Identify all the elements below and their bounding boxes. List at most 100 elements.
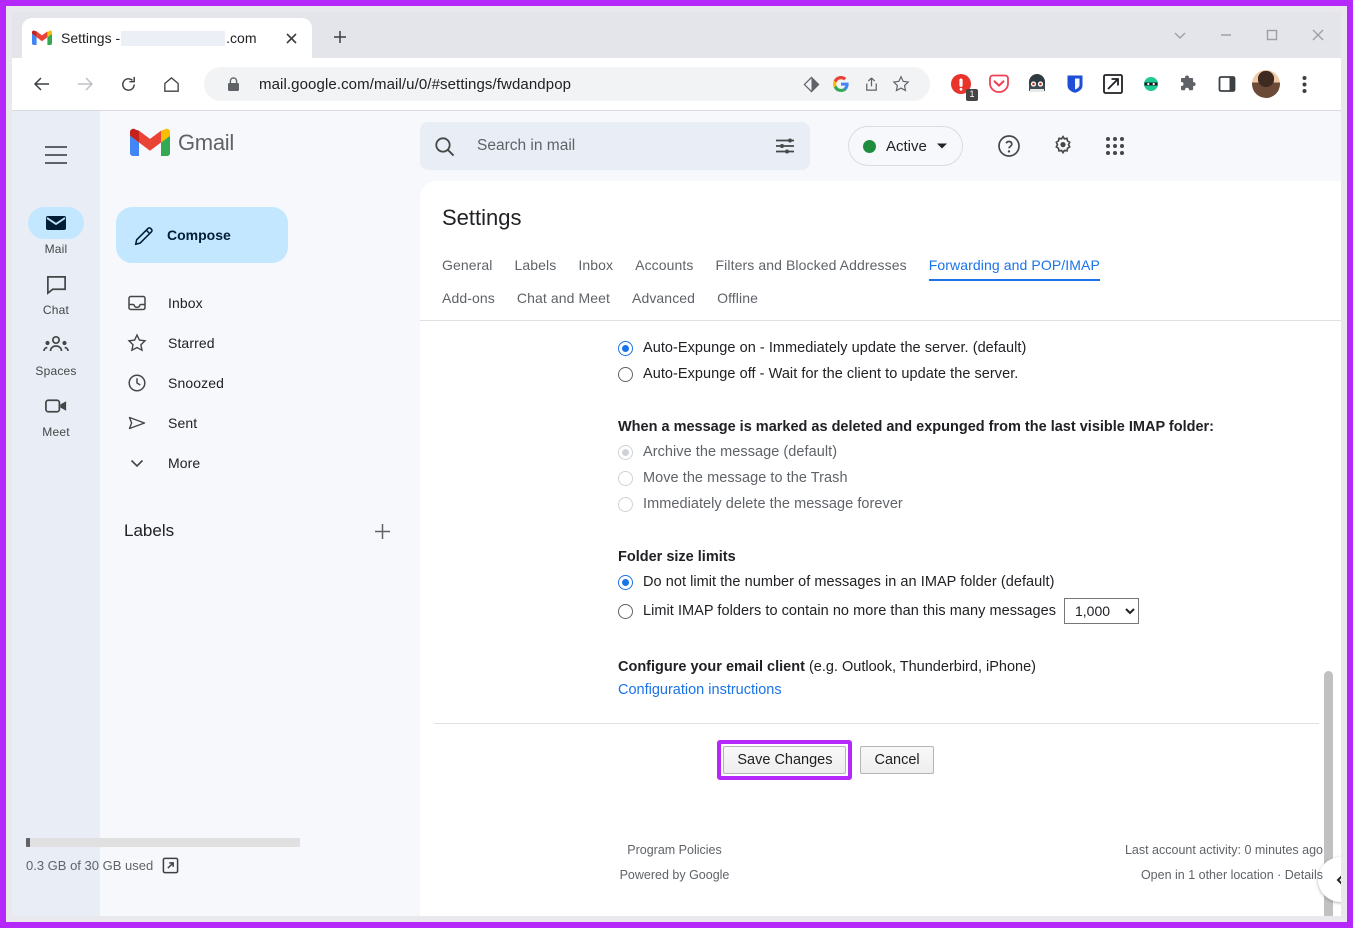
radio-auto-expunge-off[interactable]: [618, 366, 633, 382]
storage-info: 0.3 GB of 30 GB used: [26, 838, 458, 888]
tab-general[interactable]: General: [442, 249, 493, 285]
cancel-button[interactable]: Cancel: [860, 746, 934, 774]
gmail-nav-column: Gmail Compose Inbox Starred Snoozed Sent…: [100, 111, 420, 916]
new-tab-button[interactable]: [326, 23, 354, 51]
search-options-icon[interactable]: [774, 135, 796, 157]
search-input[interactable]: Search in mail: [420, 122, 810, 170]
labels-header: Labels: [100, 511, 420, 551]
three-dot-menu-icon[interactable]: [1286, 66, 1322, 102]
radio-row-limit-folders[interactable]: Limit IMAP folders to contain no more th…: [618, 595, 1341, 627]
gmail-logo[interactable]: Gmail: [100, 111, 420, 175]
radio-row-auto-expunge-off[interactable]: Auto-Expunge off - Wait for the client t…: [618, 361, 1341, 387]
sidebar-item-more[interactable]: More: [100, 443, 408, 483]
tab-accounts[interactable]: Accounts: [635, 249, 693, 285]
help-icon[interactable]: [987, 124, 1031, 168]
browser-tab[interactable]: Settings - .com: [22, 18, 312, 58]
tab-inbox[interactable]: Inbox: [578, 249, 613, 285]
browser-window: Settings - .com mail.google.com/mail/u/0…: [0, 0, 1353, 928]
send-arrow-icon[interactable]: [1098, 69, 1128, 99]
powered-by-google[interactable]: Powered by Google: [458, 863, 890, 888]
sidebar-item-label: Spaces: [35, 364, 77, 378]
tab-add-ons[interactable]: Add-ons: [442, 285, 495, 320]
radio-no-limit[interactable]: [618, 574, 633, 590]
bookmark-star-icon[interactable]: [886, 69, 916, 99]
radio-auto-expunge-on[interactable]: [618, 340, 633, 356]
lock-icon: [218, 69, 248, 99]
redacted-tab-text: [121, 31, 226, 46]
sidebar-item-snoozed[interactable]: Snoozed: [100, 363, 408, 403]
main-menu-icon[interactable]: [32, 131, 80, 179]
home-icon[interactable]: [153, 66, 189, 102]
address-bar[interactable]: mail.google.com/mail/u/0/#settings/fwdan…: [204, 67, 930, 101]
plus-icon[interactable]: [373, 522, 392, 541]
tab-chat-and-meet[interactable]: Chat and Meet: [517, 285, 610, 320]
side-panel-icon[interactable]: [1212, 69, 1242, 99]
radio-row-auto-expunge-on[interactable]: Auto-Expunge on - Immediately update the…: [618, 335, 1341, 361]
radio-row-move-to-trash[interactable]: Move the message to the Trash: [618, 465, 1341, 491]
close-icon[interactable]: [280, 27, 302, 49]
google-g-icon[interactable]: [826, 69, 856, 99]
sidebar-item-spaces[interactable]: Spaces: [22, 327, 90, 378]
reload-icon[interactable]: [110, 66, 146, 102]
extension-icons: 1: [942, 69, 1246, 101]
pocket-icon[interactable]: [984, 69, 1014, 99]
radio-limit-folders[interactable]: [618, 603, 633, 619]
puzzle-extensions-icon[interactable]: [1174, 69, 1204, 99]
configuration-instructions-link[interactable]: Configuration instructions: [618, 682, 782, 698]
adblock-icon[interactable]: 1: [946, 69, 978, 101]
settings-tabs-row-1: General Labels Inbox Accounts Filters an…: [442, 249, 1319, 285]
tab-advanced[interactable]: Advanced: [632, 285, 695, 320]
radio-label: Move the message to the Trash: [643, 470, 848, 486]
sidebar-item-chat[interactable]: Chat: [22, 266, 90, 317]
ninja-extension-icon[interactable]: [1136, 69, 1166, 99]
forward-arrow-icon[interactable]: [67, 66, 103, 102]
sidebar-item-meet[interactable]: Meet: [22, 388, 90, 439]
folder-size-heading: Folder size limits: [618, 549, 736, 565]
character-extension-icon[interactable]: [1022, 69, 1052, 99]
configure-client-note: (e.g. Outlook, Thunderbird, iPhone): [804, 659, 1036, 675]
chat-icon: [28, 268, 84, 300]
compose-label: Compose: [167, 227, 231, 243]
meet-camera-icon: [28, 390, 84, 422]
tab-offline[interactable]: Offline: [717, 285, 758, 320]
gear-settings-icon[interactable]: [1041, 124, 1085, 168]
sidebar-item-inbox[interactable]: Inbox: [100, 283, 408, 323]
radio-row-archive-message[interactable]: Archive the message (default): [618, 439, 1341, 465]
deleted-message-heading: When a message is marked as deleted and …: [618, 419, 1215, 435]
save-button[interactable]: Save Changes: [723, 746, 847, 774]
close-window-icon[interactable]: [1295, 15, 1341, 55]
radio-archive-message[interactable]: [618, 444, 633, 460]
google-apps-grid-icon[interactable]: [1093, 124, 1137, 168]
open-external-icon[interactable]: [162, 857, 179, 874]
back-arrow-icon[interactable]: [24, 66, 60, 102]
password-manager-shield-icon[interactable]: [1060, 69, 1090, 99]
maximize-icon[interactable]: [1249, 15, 1295, 55]
tab-search-icon[interactable]: [1157, 15, 1203, 55]
radio-delete-forever[interactable]: [618, 496, 633, 512]
compose-button[interactable]: Compose: [116, 207, 288, 263]
sidebar-item-mail[interactable]: Mail: [22, 205, 90, 256]
search-icon: [434, 136, 455, 157]
sidebar-item-label: More: [168, 455, 201, 471]
open-location-details[interactable]: Open in 1 other location · Details: [891, 863, 1323, 888]
radio-move-to-trash[interactable]: [618, 470, 633, 486]
star-icon: [126, 333, 148, 353]
program-policies-link[interactable]: Program Policies: [458, 838, 890, 863]
footer-links: Program Policies Powered by Google: [458, 838, 890, 888]
radio-row-no-limit[interactable]: Do not limit the number of messages in a…: [618, 569, 1341, 595]
folder-limit-select[interactable]: 1,000 2,000 5,000 10,000: [1064, 598, 1139, 624]
diamond-icon[interactable]: [796, 69, 826, 99]
user-avatar[interactable]: [1252, 70, 1280, 98]
tab-filters-and-blocked-addresses[interactable]: Filters and Blocked Addresses: [716, 249, 907, 285]
tab-labels[interactable]: Labels: [515, 249, 557, 285]
minimize-icon[interactable]: [1203, 15, 1249, 55]
share-icon[interactable]: [856, 69, 886, 99]
radio-row-delete-forever[interactable]: Immediately delete the message forever: [618, 491, 1341, 517]
gmail-footer: 0.3 GB of 30 GB used Program Policies Po…: [12, 838, 1341, 888]
status-chip[interactable]: Active: [848, 126, 963, 166]
sidebar-item-label: Sent: [168, 415, 198, 431]
inbox-icon: [126, 293, 148, 313]
tab-forwarding-and-pop-imap[interactable]: Forwarding and POP/IMAP: [928, 249, 1101, 285]
sidebar-item-sent[interactable]: Sent: [100, 403, 408, 443]
sidebar-item-starred[interactable]: Starred: [100, 323, 408, 363]
